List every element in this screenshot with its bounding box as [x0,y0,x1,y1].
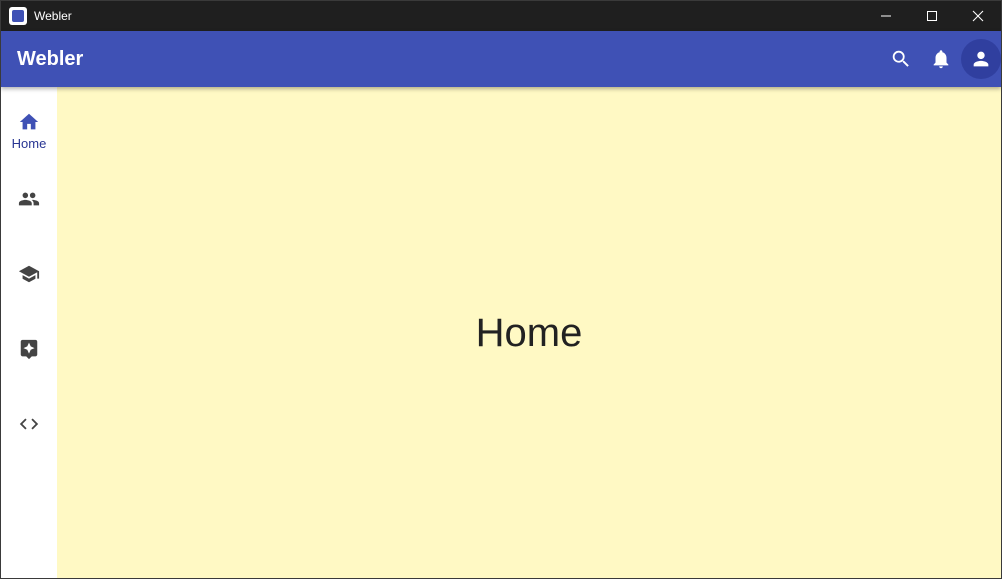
maximize-button[interactable] [909,1,955,31]
sparkle-icon [20,339,38,360]
search-icon [892,50,909,67]
search-button[interactable] [881,39,921,79]
nav-item-people[interactable] [1,169,57,229]
app-title: Webler [17,47,84,70]
app-bar: Webler [1,31,1001,87]
nav-item-home[interactable]: Home [1,101,57,161]
home-icon [19,113,39,130]
close-button[interactable] [955,1,1001,31]
code-icon [19,418,39,430]
maximize-icon [927,11,937,21]
page-title: Home [475,311,583,355]
account-icon [973,51,989,67]
window-title-bar[interactable]: Webler [1,1,1001,31]
window-controls [863,1,1001,31]
window-title: Webler [34,9,72,23]
account-button[interactable] [961,39,1001,79]
nav-item-school[interactable] [1,244,57,304]
people-icon [18,192,40,206]
notifications-button[interactable] [921,39,961,79]
nav-item-code[interactable] [1,394,57,454]
navigation-rail: Home [1,87,57,578]
nav-item-label: Home [11,136,47,151]
minimize-button[interactable] [863,1,909,31]
app-logo-icon [9,7,27,25]
main-content: Home [57,87,1001,578]
school-icon [18,265,40,283]
close-icon [972,10,984,22]
nav-item-sparkle[interactable] [1,319,57,379]
minimize-icon [881,15,891,17]
app-bar-actions [881,31,1001,87]
app-window: Webler Webler Home Home [0,0,1002,579]
bell-icon [933,50,949,69]
